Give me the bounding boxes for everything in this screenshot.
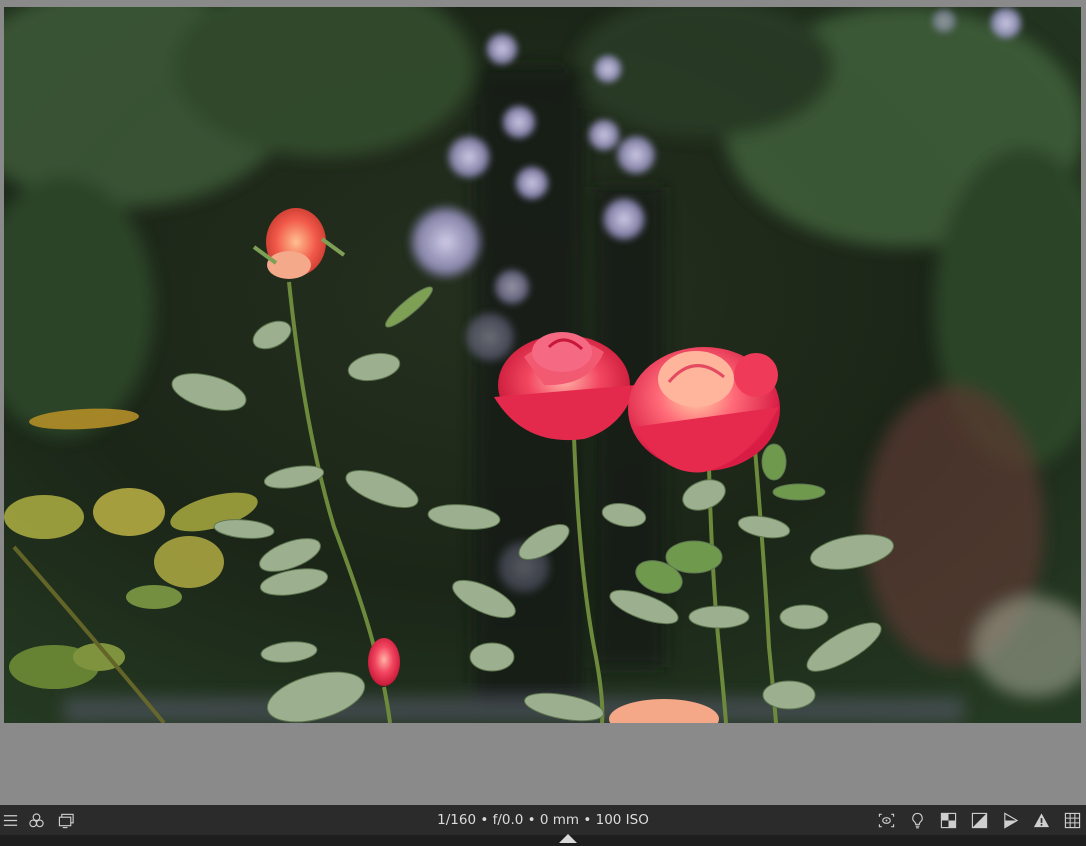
hamburger-menu-icon[interactable] (1, 811, 19, 829)
bottom-panel-strip (0, 835, 1086, 846)
focus-peaking-icon[interactable] (877, 811, 895, 829)
clipping-indicator-icon[interactable] (970, 811, 988, 829)
gamut-check-icon[interactable] (1032, 811, 1050, 829)
color-assessment-icon[interactable] (908, 811, 926, 829)
center-view (0, 0, 1086, 805)
raw-overexposed-icon[interactable] (939, 811, 957, 829)
bottom-toolbar: 1/160 • f/0.0 • 0 mm • 100 ISO (0, 805, 1086, 835)
guides-icon[interactable] (1063, 811, 1081, 829)
second-window-icon[interactable] (57, 811, 75, 829)
photo-preview[interactable] (4, 7, 1081, 723)
bottom-panel-toggle-arrow[interactable] (559, 834, 577, 843)
softproof-icon[interactable] (1001, 811, 1019, 829)
styles-icon[interactable] (27, 811, 45, 829)
